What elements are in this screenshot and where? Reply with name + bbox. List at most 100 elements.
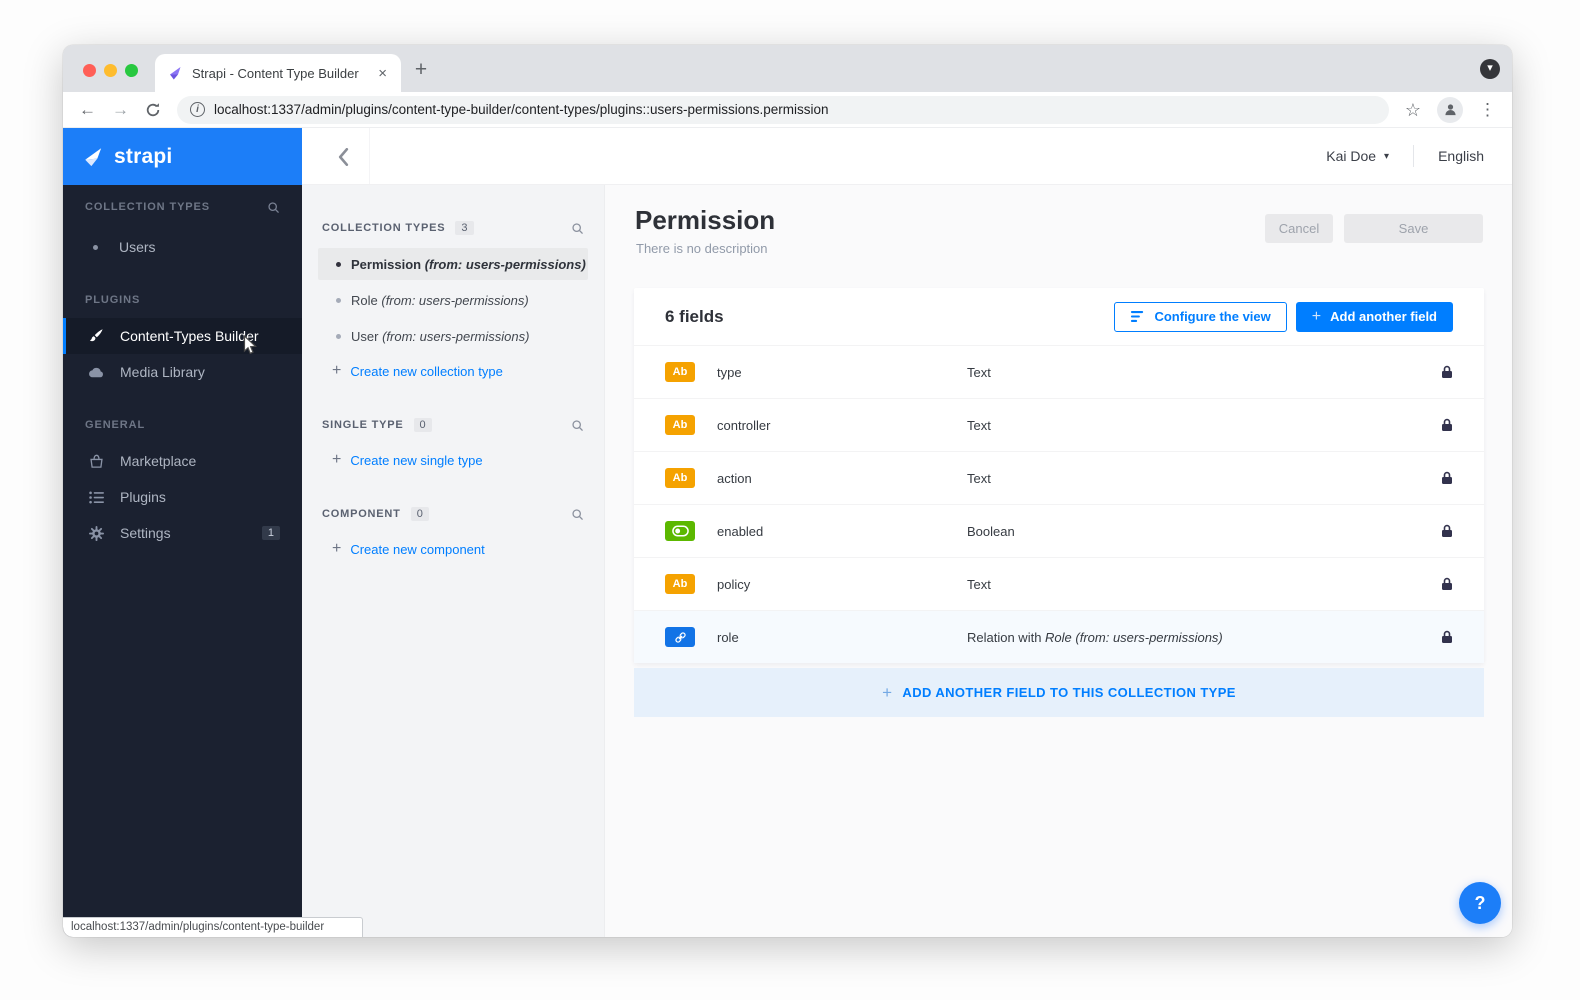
list-icon [87, 491, 105, 504]
macos-traffic-lights [83, 64, 138, 77]
paintbrush-icon [87, 328, 105, 344]
item-label: User (from: users-permissions) [351, 329, 529, 344]
person-icon [1443, 102, 1458, 117]
url-text: localhost:1337/admin/plugins/content-typ… [214, 102, 829, 117]
strapi-logo-icon [83, 146, 105, 168]
sidebar-item-label: Marketplace [120, 453, 196, 469]
create-component-link[interactable]: + Create new component [318, 533, 588, 565]
sidebar-item-content-types-builder[interactable]: Content-Types Builder [63, 318, 302, 354]
boolean-field-icon [665, 521, 695, 541]
user-menu[interactable]: Kai Doe [1326, 148, 1376, 164]
sidebar-item-marketplace[interactable]: Marketplace [63, 443, 302, 479]
section-title: GENERAL [85, 419, 145, 431]
cancel-button[interactable]: Cancel [1265, 214, 1333, 243]
count-badge: 3 [455, 221, 473, 235]
field-row-action[interactable]: Ab action Text [634, 451, 1484, 504]
mouse-cursor [243, 335, 257, 356]
sidebar-section-collection-types: COLLECTION TYPES [63, 199, 302, 215]
language-selector[interactable]: English [1438, 148, 1484, 164]
back-icon[interactable]: ← [79, 101, 96, 118]
main-sidebar: strapi COLLECTION TYPES Users PLUGINS [63, 128, 302, 937]
subnav-item-user[interactable]: User (from: users-permissions) [318, 320, 588, 352]
configure-view-button[interactable]: Configure the view [1114, 302, 1286, 332]
chevron-down-icon[interactable]: ▾ [1384, 151, 1389, 162]
field-name: type [717, 365, 742, 380]
search-icon[interactable] [571, 222, 584, 235]
field-row-controller[interactable]: Ab controller Text [634, 398, 1484, 451]
strapi-favicon-icon [167, 65, 183, 81]
tab-title: Strapi - Content Type Builder [192, 66, 367, 81]
bullet-icon [93, 245, 98, 250]
sidebar-item-media-library[interactable]: Media Library [63, 354, 302, 390]
field-name: role [717, 630, 739, 645]
sidebar-item-label: Content-Types Builder [120, 328, 259, 344]
new-tab-button[interactable]: + [409, 58, 433, 82]
field-type: Text [967, 365, 991, 380]
browser-tab[interactable]: Strapi - Content Type Builder × [155, 54, 401, 92]
field-row-policy[interactable]: Ab policy Text [634, 557, 1484, 610]
lock-icon [1441, 577, 1453, 591]
sidebar-item-plugins[interactable]: Plugins [63, 479, 302, 515]
save-button[interactable]: Save [1344, 214, 1483, 243]
field-name: policy [717, 577, 750, 592]
search-icon[interactable] [571, 508, 584, 521]
tab-close-icon[interactable]: × [376, 65, 389, 82]
minimize-window-button[interactable] [104, 64, 117, 77]
subnav-item-permission[interactable]: Permission (from: users-permissions) [318, 248, 588, 280]
download-button[interactable]: ▾ [1480, 59, 1500, 79]
section-title: PLUGINS [85, 294, 140, 306]
reload-icon[interactable] [145, 102, 161, 118]
screenshot-stage: Strapi - Content Type Builder × + ▾ ← → … [0, 0, 1580, 1000]
search-icon[interactable] [267, 201, 280, 214]
browser-window: Strapi - Content Type Builder × + ▾ ← → … [63, 45, 1512, 937]
address-bar[interactable]: i localhost:1337/admin/plugins/content-t… [177, 96, 1389, 124]
item-label: Permission (from: users-permissions) [351, 257, 586, 272]
sidebar-item-label: Settings [120, 525, 171, 541]
strapi-brand-bar[interactable]: strapi [63, 128, 302, 185]
field-row-role[interactable]: role Relation with Role (from: users-per… [634, 610, 1484, 663]
content-type-subnav: COLLECTION TYPES 3 Permission (from: use… [302, 185, 605, 937]
topbar-right: Kai Doe ▾ English [1326, 128, 1484, 184]
fields-card-header: 6 fields Configure the view [634, 288, 1484, 345]
plus-icon: + [332, 540, 341, 558]
gear-icon [87, 526, 105, 541]
create-single-type-link[interactable]: + Create new single type [318, 444, 588, 476]
link-preview-statusbar: localhost:1337/admin/plugins/content-typ… [63, 917, 363, 937]
field-row-type[interactable]: Ab type Text [634, 345, 1484, 398]
lock-icon [1441, 365, 1453, 379]
text-field-icon: Ab [665, 574, 695, 594]
count-badge: 0 [411, 507, 429, 521]
subnav-item-role[interactable]: Role (from: users-permissions) [318, 284, 588, 316]
text-field-icon: Ab [665, 415, 695, 435]
button-label: Add another field [1330, 309, 1437, 324]
count-badge: 0 [414, 418, 432, 432]
subnav-section-component: COMPONENT 0 [302, 506, 604, 522]
bookmark-star-icon[interactable]: ☆ [1405, 101, 1421, 119]
add-field-banner-button[interactable]: + ADD ANOTHER FIELD TO THIS COLLECTION T… [634, 668, 1484, 717]
browser-menu-icon[interactable]: ⋮ [1479, 101, 1496, 118]
field-row-enabled[interactable]: enabled Boolean [634, 504, 1484, 557]
lock-icon [1441, 471, 1453, 485]
sidebar-item-settings[interactable]: Settings 1 [63, 515, 302, 551]
main-content: Permission There is no description Cance… [605, 185, 1512, 937]
field-type: Text [967, 418, 991, 433]
sidebar-item-users[interactable]: Users [63, 229, 302, 265]
browser-profile-avatar[interactable] [1437, 97, 1463, 123]
sidebar-item-label: Plugins [120, 489, 166, 505]
zoom-window-button[interactable] [125, 64, 138, 77]
field-name: action [717, 471, 752, 486]
create-collection-type-link[interactable]: + Create new collection type [318, 355, 588, 387]
search-icon[interactable] [571, 419, 584, 432]
cloud-upload-icon [87, 366, 105, 379]
field-name: enabled [717, 524, 763, 539]
help-button[interactable]: ? [1459, 882, 1501, 924]
site-info-icon[interactable]: i [190, 102, 205, 117]
add-another-field-button[interactable]: + Add another field [1296, 302, 1453, 332]
browser-toolbar: ← → i localhost:1337/admin/plugins/conte… [63, 92, 1512, 128]
close-window-button[interactable] [83, 64, 96, 77]
forward-icon[interactable]: → [112, 101, 129, 118]
link-label: Create new single type [350, 453, 482, 468]
basket-icon [87, 454, 105, 469]
back-chevron-icon[interactable] [328, 142, 358, 172]
page-title: Permission [635, 205, 775, 236]
